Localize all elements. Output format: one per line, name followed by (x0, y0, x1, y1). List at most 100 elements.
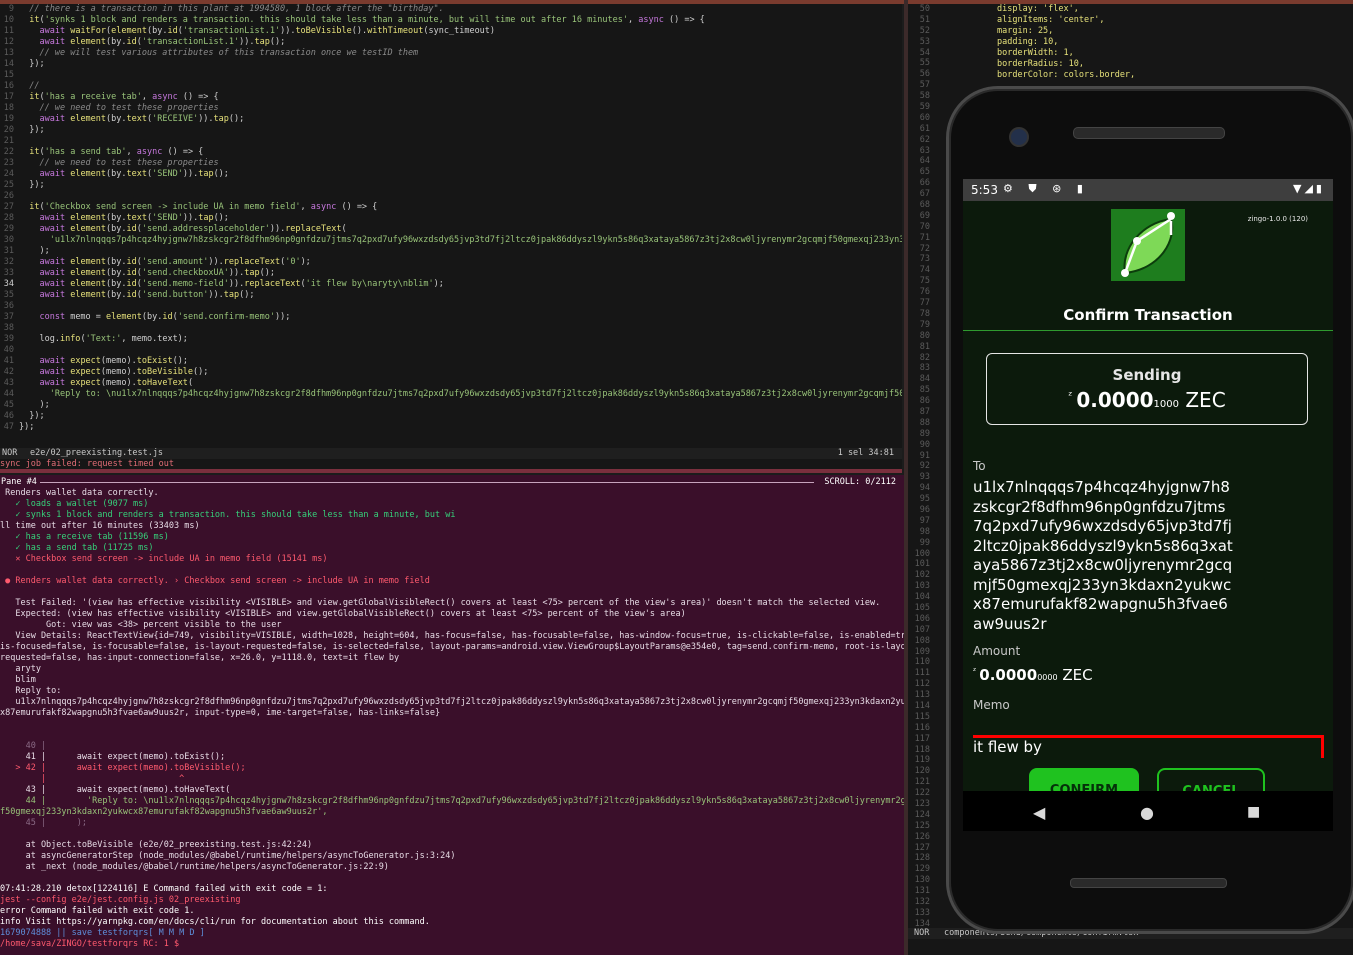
code-text: await expect(memo).toHaveText( (39, 378, 194, 388)
line-number: 133 (914, 907, 930, 918)
code-line[interactable]: alignItems: 'center', (997, 15, 1135, 26)
home-icon[interactable]: ● (1140, 803, 1154, 822)
line-number: 93 (919, 472, 930, 483)
line-number: 61 (919, 123, 930, 134)
terminal-line: 07:41:28.210 detox[1224116] E Command fa… (0, 884, 328, 894)
code-line[interactable]: borderRadius: 10, (997, 59, 1135, 70)
sending-label: Sending (1112, 366, 1182, 384)
code-line[interactable]: 46 }); (0, 411, 902, 422)
line-number: 87 (919, 406, 930, 417)
code-line[interactable]: 17 it('has a receive tab', async () => { (0, 92, 902, 103)
code-line[interactable]: 28 await element(by.text('SEND')).tap(); (0, 213, 902, 224)
code-line[interactable]: 31 ); (0, 246, 902, 257)
code-line[interactable]: 19 await element(by.text('RECEIVE')).tap… (0, 114, 902, 125)
code-line[interactable]: 14 }); (0, 59, 902, 70)
line-number: 109 (914, 646, 930, 657)
terminal-line: Test Failed: '(view has effective visibi… (0, 598, 881, 608)
code-line[interactable]: 21 (0, 136, 902, 147)
line-number: 80 (919, 330, 930, 341)
line-number: 11 (3, 26, 14, 36)
code-line[interactable]: 29 await element(by.id('send.addressplac… (0, 224, 902, 235)
line-number: 14 (3, 59, 14, 69)
code-line[interactable]: 47}); (0, 422, 902, 433)
line-number: 37 (3, 312, 14, 322)
line-number: 91 (919, 450, 930, 461)
code-line[interactable]: 33 await element(by.id('send.checkboxUA'… (0, 268, 902, 279)
leaf-logo-icon (1111, 209, 1185, 281)
code-line[interactable]: 32 await element(by.id('send.amount')).r… (0, 257, 902, 268)
code-line[interactable]: 44 'Reply to: \nu1lx7nlnqqqs7p4hcqz4hyjg… (0, 389, 902, 400)
code-line[interactable]: 37 const memo = element(by.id('send.conf… (0, 312, 902, 323)
terminal-line: info Visit https://yarnpkg.com/en/docs/c… (0, 917, 430, 927)
code-line[interactable]: 13 // we will test various attributes of… (0, 48, 902, 59)
code-line[interactable]: 27 it('Checkbox send screen -> include U… (0, 202, 902, 213)
line-number: 43 (3, 378, 14, 388)
code-line[interactable]: 34 await element(by.id('send.memo-field'… (0, 279, 902, 290)
code-line[interactable]: 45 ); (0, 400, 902, 411)
line-number: 36 (3, 301, 14, 311)
code-text: }); (19, 422, 35, 432)
terminal-line: ● Renders wallet data correctly. › Check… (0, 576, 430, 586)
code-line[interactable]: 43 await expect(memo).toHaveText( (0, 378, 902, 389)
terminal-pane[interactable]: Pane #4 SCROLL: 0/2112 Renders wallet da… (0, 475, 904, 955)
code-text: await element(by.id('transactionList.1')… (39, 37, 286, 47)
line-number: 106 (914, 613, 930, 624)
code-line[interactable]: 35 await element(by.id('send.button')).t… (0, 290, 902, 301)
line-number: 114 (914, 701, 930, 711)
code-text: it('synks 1 block and renders a transact… (29, 15, 705, 25)
editor-status-bar: NOR e2e/02_preexisting.test.js 1 sel 34:… (0, 448, 902, 459)
code-line[interactable]: 26 (0, 191, 902, 202)
android-status-bar: 5:53 ⚙ ⛊ ⊛ ▮ ▼◢▮ (963, 179, 1333, 201)
code-line[interactable]: 40 (0, 345, 902, 356)
code-line[interactable]: display: 'flex', (997, 4, 1135, 15)
line-number: 47 (3, 422, 14, 432)
line-number: 66 (919, 178, 930, 189)
code-lines[interactable]: 9 // there is a transaction in this plan… (0, 4, 902, 433)
top-speaker (1073, 127, 1225, 139)
code-line[interactable]: borderWidth: 1, (997, 48, 1135, 59)
terminal-line: at asyncGeneratorStep (node_modules/@bab… (0, 851, 456, 861)
line-number: 125 (914, 820, 930, 831)
code-line[interactable]: 11 await waitFor(element(by.id('transact… (0, 26, 902, 37)
code-line[interactable]: 16 // (0, 81, 902, 92)
line-number: 19 (3, 114, 14, 124)
code-line[interactable]: borderColor: colors.border, (997, 70, 1135, 81)
code-line[interactable]: 18 // we need to test these properties (0, 103, 902, 114)
line-number: 54 (919, 47, 930, 58)
code-line[interactable]: 12 await element(by.id('transactionList.… (0, 37, 902, 48)
code-line[interactable]: 38 (0, 323, 902, 334)
recents-icon[interactable]: ■ (1247, 804, 1260, 820)
terminal-output[interactable]: Renders wallet data correctly. ✓ loads a… (0, 488, 904, 950)
code-line[interactable]: 30 'u1lx7nlnqqqs7p4hcqz4hyjgnw7h8zskcgr2… (0, 235, 902, 246)
sending-summary-card: Sending ᶻ 0.00001000 ZEC (986, 353, 1308, 425)
code-line[interactable]: 36 (0, 301, 902, 312)
code-line[interactable]: 22 it('has a send tab', async () => { (0, 147, 902, 158)
code-line[interactable]: 10 it('synks 1 block and renders a trans… (0, 15, 902, 26)
code-text: await element(by.text('SEND')).tap(); (39, 213, 229, 223)
phone-screen[interactable]: 5:53 ⚙ ⛊ ⊛ ▮ ▼◢▮ zingo-1.0.0 (120) Confi… (963, 179, 1333, 831)
line-number: 32 (3, 257, 14, 267)
code-line[interactable]: 24 await element(by.text('SEND')).tap(); (0, 169, 902, 180)
code-line[interactable]: 41 await expect(memo).toExist(); (0, 356, 902, 367)
right-code-lines[interactable]: display: 'flex', alignItems: 'center', mar… (997, 4, 1135, 81)
code-line[interactable]: 23 // we need to test these properties (0, 158, 902, 169)
code-line[interactable]: 9 // there is a transaction in this plan… (0, 4, 902, 15)
line-number: 131 (914, 886, 930, 897)
code-editor-pane[interactable]: 9 // there is a transaction in this plan… (0, 4, 902, 469)
code-line[interactable]: 20 }); (0, 125, 902, 136)
code-line[interactable]: 25 }); (0, 180, 902, 191)
code-text: await expect(memo).toExist(); (39, 356, 188, 366)
code-line[interactable]: 42 await expect(memo).toBeVisible(); (0, 367, 902, 378)
code-text: }); (19, 125, 45, 135)
code-line[interactable]: padding: 10, (997, 37, 1135, 48)
to-label: To (973, 459, 986, 473)
back-icon[interactable]: ◀ (1033, 803, 1045, 822)
line-number: 118 (914, 744, 930, 755)
code-line[interactable]: 39 log.info('Text:', memo.text); (0, 334, 902, 345)
terminal-line: Renders wallet data correctly. (0, 488, 159, 498)
code-line[interactable]: 15 (0, 70, 902, 81)
code-line[interactable]: margin: 25, (997, 26, 1135, 37)
